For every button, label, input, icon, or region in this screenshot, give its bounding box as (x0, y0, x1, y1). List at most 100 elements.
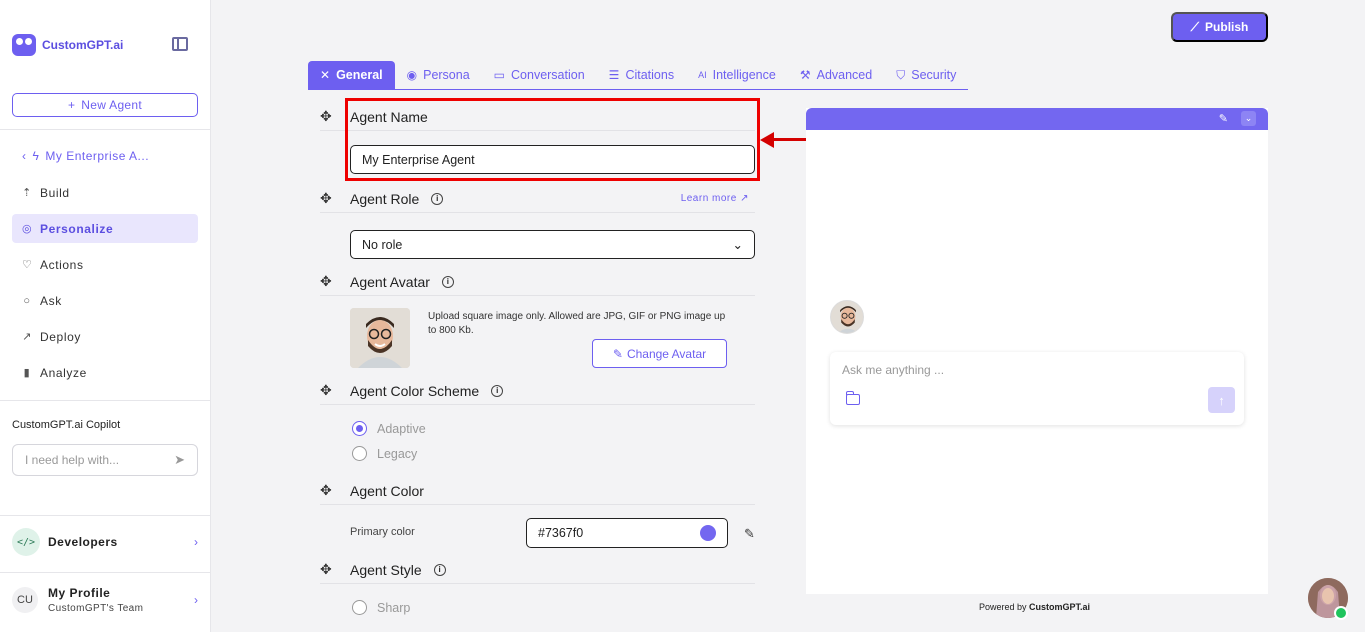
tab-advanced[interactable]: ⚒ Advanced (788, 61, 884, 89)
tab-label: Intelligence (712, 68, 776, 82)
online-status-dot (1334, 606, 1348, 620)
sidebar-item-analyze[interactable]: ▮ Analyze (12, 358, 198, 387)
bot-avatar (830, 300, 864, 334)
drag-handle-icon[interactable]: ✥ (320, 482, 350, 499)
tab-intelligence[interactable]: AI Intelligence (686, 61, 788, 89)
agent-style-section: ✥ Agent Style i (320, 556, 755, 584)
copilot-input[interactable]: I need help with... ➤ (12, 444, 198, 476)
developers-row[interactable]: </> Developers › (12, 528, 198, 556)
chevron-right-icon: › (194, 535, 198, 549)
pencil-icon[interactable]: ✎ (744, 526, 755, 542)
profile-team: CustomGPT's Team (48, 603, 144, 614)
radio-label: Sharp (377, 600, 411, 615)
agent-color-section: ✥ Agent Color (320, 477, 755, 505)
powered-by: Powered by CustomGPT.ai (979, 602, 1090, 612)
radio-button[interactable] (352, 421, 367, 436)
tab-security[interactable]: ⛉ Security (884, 61, 968, 89)
new-agent-label: New Agent (81, 98, 143, 112)
tab-general[interactable]: ✕ General (308, 61, 395, 89)
copilot-title: CustomGPT.ai Copilot (12, 419, 121, 431)
drag-handle-icon[interactable]: ✥ (320, 190, 350, 207)
info-icon[interactable]: i (431, 192, 444, 205)
agent-avatar-section: ✥ Agent Avatar i (320, 268, 755, 296)
color-scheme-section: ✥ Agent Color Scheme i (320, 377, 755, 405)
new-agent-button[interactable]: + New Agent (12, 93, 198, 117)
info-icon[interactable]: i (441, 275, 454, 288)
logo-text: CustomGPT.ai (42, 38, 124, 52)
avatar-illustration (350, 308, 410, 368)
primary-color-value: #7367f0 (538, 526, 584, 540)
agent-role-select[interactable]: No role ⌄ (350, 230, 755, 259)
folder-icon[interactable] (846, 391, 860, 405)
change-avatar-button[interactable]: ✎ Change Avatar (592, 339, 727, 368)
sidebar-item-ask[interactable]: ○ Ask (12, 286, 198, 315)
chevron-left-icon: ‹ (22, 149, 27, 163)
sidebar-item-label: Actions (40, 257, 84, 272)
sidebar: CustomGPT.ai + New Agent ‹ ϟ My Enterpri… (0, 0, 211, 632)
section-title: Agent Color (350, 482, 424, 499)
powered-prefix: Powered by (979, 602, 1027, 612)
sidebar-item-build[interactable]: ⇡ Build (12, 178, 198, 207)
scheme-option-legacy[interactable]: Legacy (352, 446, 417, 461)
radio-label: Legacy (377, 446, 418, 461)
divider (0, 400, 211, 401)
annotation-arrow-head (760, 132, 774, 148)
chat-input-box[interactable]: Ask me anything ... ↑ (830, 352, 1244, 425)
pencil-icon: ✎ (612, 346, 623, 361)
logo-brain-icon (12, 34, 36, 56)
publish-button[interactable]: ⟋ Publish (1171, 12, 1268, 42)
external-link-icon: ↗ (740, 193, 749, 204)
send-arrow-icon[interactable]: ↑ (1208, 387, 1235, 413)
profile-name: My Profile (48, 586, 111, 600)
tab-citations[interactable]: ☰ Citations (597, 61, 686, 89)
collapse-sidebar-icon[interactable] (172, 37, 188, 51)
bolt-icon: ϟ (32, 149, 40, 163)
radio-label: Adaptive (377, 421, 426, 436)
build-icon: ⇡ (22, 187, 32, 199)
agent-avatar-image (350, 308, 410, 368)
info-icon[interactable]: i (491, 384, 504, 397)
sidebar-item-actions[interactable]: ♡ Actions (12, 250, 198, 279)
drag-handle-icon[interactable]: ✥ (320, 382, 350, 399)
drag-handle-icon[interactable]: ✥ (320, 273, 350, 290)
developers-label: Developers (48, 535, 118, 549)
chevron-down-icon: ⌄ (732, 238, 743, 252)
tab-label: General (336, 68, 383, 82)
copilot-placeholder: I need help with... (25, 453, 120, 467)
learn-more-link[interactable]: Learn more ↗ (681, 193, 749, 204)
primary-color-input[interactable]: #7367f0 (526, 518, 728, 548)
drag-handle-icon[interactable]: ✥ (320, 561, 350, 578)
tab-persona[interactable]: ◉ Persona (395, 61, 482, 89)
chat-icon: ○ (23, 294, 31, 307)
scheme-option-adaptive[interactable]: Adaptive (352, 421, 426, 436)
chevron-down-icon[interactable]: ⌄ (1241, 111, 1256, 126)
sidebar-item-deploy[interactable]: ↗ Deploy (12, 322, 198, 351)
code-icon: </> (12, 528, 40, 556)
quote-icon: ☰ (608, 68, 620, 82)
radio-button[interactable] (352, 446, 367, 461)
radio-button[interactable] (352, 600, 367, 615)
agent-name-label: My Enterprise A... (45, 149, 150, 163)
tab-conversation[interactable]: ▭ Conversation (482, 61, 597, 89)
style-option-sharp[interactable]: Sharp (352, 600, 410, 615)
section-title: Agent Avatar (350, 273, 430, 290)
primary-color-label: Primary color (350, 526, 415, 538)
color-swatch[interactable] (700, 525, 716, 541)
powered-brand: CustomGPT.ai (1029, 602, 1091, 612)
chevron-right-icon: › (194, 593, 198, 607)
chat-placeholder: Ask me anything ... (842, 363, 945, 377)
tab-label: Security (911, 68, 957, 82)
sidebar-item-label: Personalize (40, 221, 114, 236)
logo[interactable]: CustomGPT.ai (12, 34, 123, 56)
agent-role-section: ✥ Agent Role i Learn more ↗ (320, 185, 755, 213)
upload-instructions: Upload square image only. Allowed are JP… (428, 311, 726, 336)
sidebar-item-personalize[interactable]: ◎ Personalize (12, 214, 198, 243)
agent-back-link[interactable]: ‹ ϟ My Enterprise A... (22, 149, 149, 163)
info-icon[interactable]: i (433, 563, 446, 576)
chat-icon: ▭ (493, 68, 506, 82)
rocket-icon: ↗ (22, 331, 32, 343)
profile-row[interactable]: CU My Profile CustomGPT's Team › (12, 586, 198, 614)
edit-icon[interactable]: ✎ (1219, 112, 1228, 125)
send-icon[interactable]: ➤ (174, 452, 185, 468)
sidebar-item-label: Build (40, 185, 70, 200)
